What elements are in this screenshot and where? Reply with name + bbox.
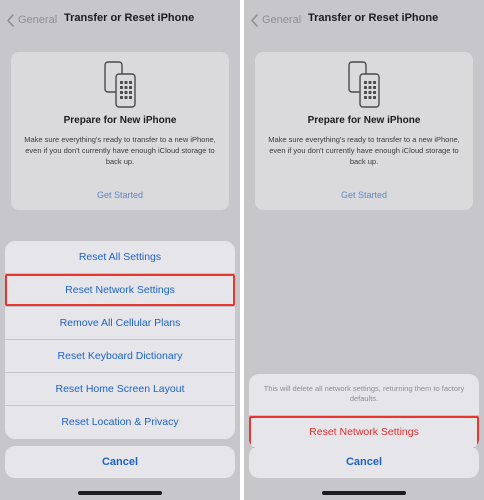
get-started-link[interactable]: Get Started	[11, 190, 229, 200]
cancel-button[interactable]: Cancel	[5, 446, 235, 478]
get-started-link[interactable]: Get Started	[255, 190, 473, 200]
remove-cellular-plans-button[interactable]: Remove All Cellular Plans	[5, 307, 235, 340]
chevron-left-icon	[7, 13, 14, 27]
back-label: General	[18, 14, 58, 26]
confirm-reset-sheet: This will delete all network settings, r…	[249, 374, 479, 449]
reset-all-settings-button[interactable]: Reset All Settings	[5, 241, 235, 274]
right-screen: General Transfer or Reset iPhone Prepare…	[244, 0, 484, 500]
page-title: Transfer or Reset iPhone	[308, 12, 439, 24]
reset-location-privacy-button[interactable]: Reset Location & Privacy	[5, 406, 235, 439]
reset-keyboard-dictionary-button[interactable]: Reset Keyboard Dictionary	[5, 340, 235, 373]
navigation-bar: General Transfer or Reset iPhone	[244, 0, 484, 40]
back-button[interactable]: General	[250, 12, 301, 28]
reset-network-settings-button[interactable]: Reset Network Settings	[5, 274, 235, 307]
card-description: Make sure everything's ready to transfer…	[268, 135, 460, 166]
left-screen: General Transfer or Reset iPhone Prepare…	[0, 0, 240, 500]
chevron-left-icon	[251, 13, 258, 27]
reset-options-sheet: Reset All Settings Reset Network Setting…	[5, 241, 235, 439]
navigation-bar: General Transfer or Reset iPhone	[0, 0, 240, 40]
prepare-card: Prepare for New iPhone Make sure everyth…	[11, 52, 229, 210]
cancel-button[interactable]: Cancel	[249, 446, 479, 478]
confirm-message: This will delete all network settings, r…	[249, 374, 479, 416]
back-button[interactable]: General	[6, 12, 57, 28]
transfer-phones-icon	[104, 61, 136, 108]
reset-home-screen-layout-button[interactable]: Reset Home Screen Layout	[5, 373, 235, 406]
prepare-card: Prepare for New iPhone Make sure everyth…	[255, 52, 473, 210]
card-heading: Prepare for New iPhone	[307, 115, 421, 126]
home-indicator	[322, 491, 406, 495]
transfer-phones-icon	[348, 61, 380, 108]
back-label: General	[262, 14, 302, 26]
home-indicator	[78, 491, 162, 495]
page-title: Transfer or Reset iPhone	[64, 12, 195, 24]
card-description: Make sure everything's ready to transfer…	[24, 135, 216, 166]
card-heading: Prepare for New iPhone	[63, 115, 177, 126]
confirm-reset-network-settings-button[interactable]: Reset Network Settings	[249, 416, 479, 449]
